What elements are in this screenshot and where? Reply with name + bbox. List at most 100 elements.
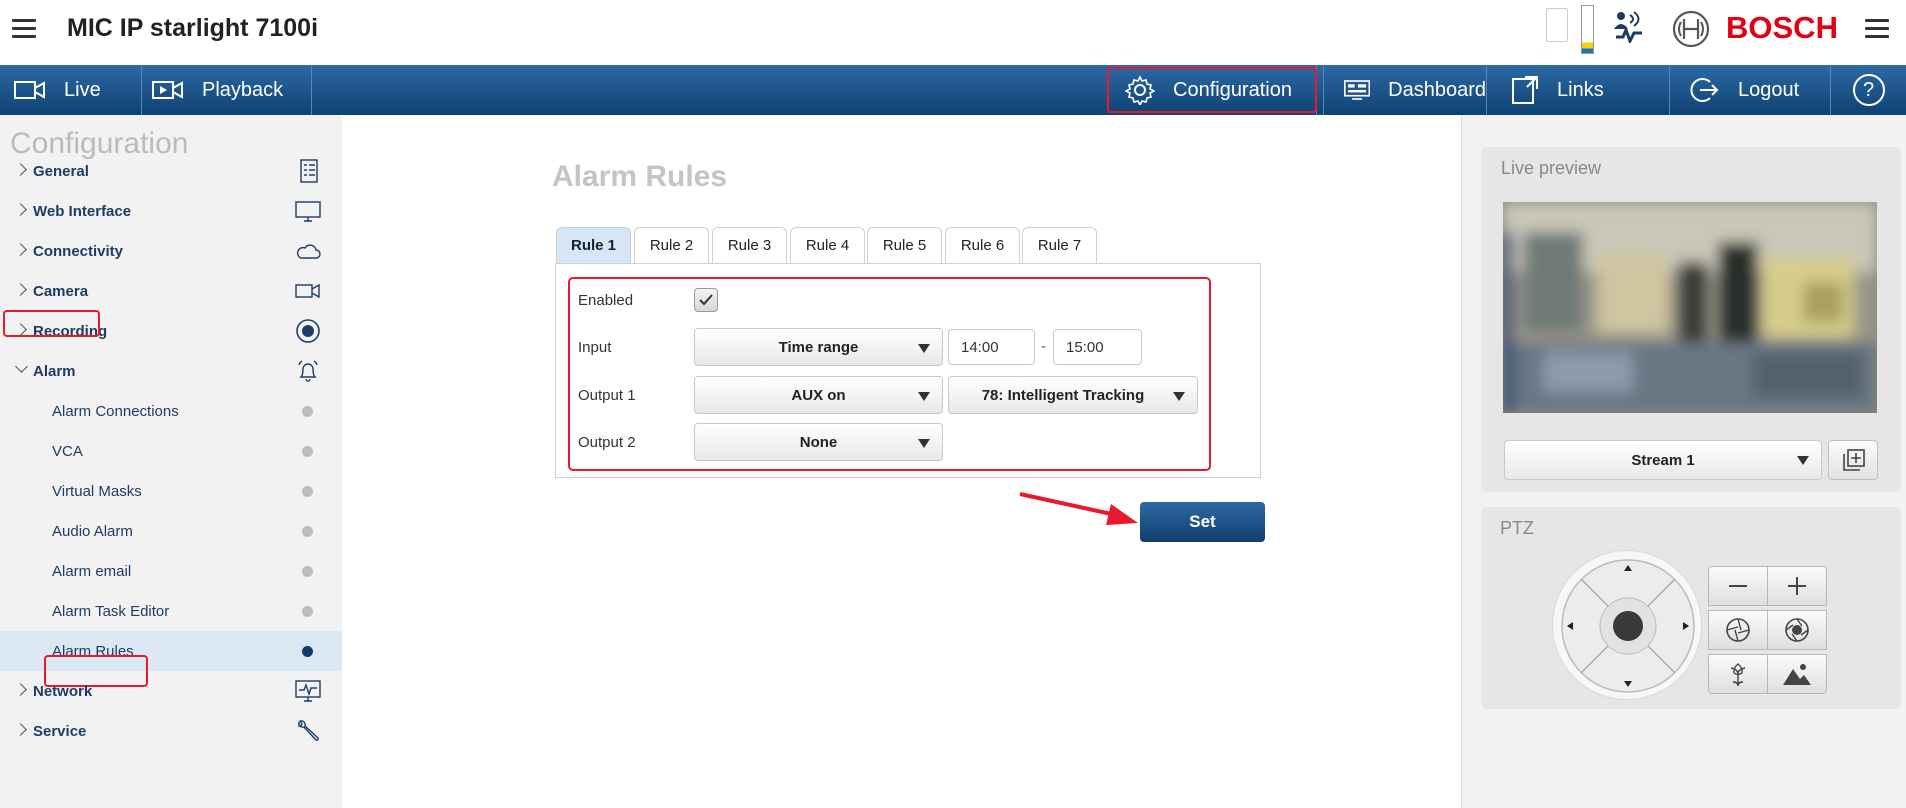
iris-open-icon — [1785, 618, 1809, 642]
ptz-joystick[interactable] — [1552, 550, 1702, 700]
device-title: MIC IP starlight 7100i — [67, 14, 319, 42]
enabled-checkbox[interactable] — [694, 288, 718, 312]
sidebar-subitem-vca[interactable]: VCA — [0, 431, 342, 471]
sidebar-subitem-alarm-connections[interactable]: Alarm Connections — [0, 391, 342, 431]
iris-close-icon — [1726, 618, 1750, 642]
iris-open-button[interactable] — [1767, 610, 1827, 650]
output2-select-value: None — [799, 433, 838, 451]
tab-rule-2[interactable]: Rule 2 — [634, 227, 709, 263]
external-link-icon — [1512, 76, 1538, 104]
minus-icon — [1729, 585, 1747, 587]
sidebar-item-alarm[interactable]: Alarm — [0, 351, 342, 391]
alarm-highlight — [3, 310, 100, 337]
bell-icon — [298, 360, 318, 382]
dropdown-arrow-icon — [918, 392, 930, 401]
sidebar-item-web-interface[interactable]: Web Interface — [0, 191, 342, 231]
set-button[interactable]: Set — [1140, 502, 1265, 542]
time-to-input[interactable]: 15:00 — [1053, 329, 1142, 365]
nav-live[interactable]: Live — [0, 65, 142, 115]
status-dot — [302, 486, 313, 497]
tab-rule-1[interactable]: Rule 1 — [556, 227, 631, 263]
tab-rule-7[interactable]: Rule 7 — [1022, 227, 1097, 263]
zoom-in-button[interactable] — [1767, 566, 1827, 606]
cloud-icon — [296, 244, 321, 259]
output1-select[interactable]: AUX on — [694, 376, 943, 414]
sidebar-item-label: Alarm — [33, 362, 76, 380]
stream-select-value: Stream 1 — [1631, 451, 1695, 469]
sidebar-item-label: Connectivity — [33, 242, 124, 260]
more-menu-icon[interactable] — [1865, 19, 1889, 39]
dropdown-arrow-icon — [1173, 392, 1185, 401]
dropdown-arrow-icon — [918, 439, 930, 448]
checkmark-icon — [699, 294, 713, 306]
time-from-input[interactable]: 14:00 — [948, 329, 1035, 365]
document-list-icon — [300, 159, 318, 183]
input-select-value: Time range — [778, 338, 859, 356]
sidebar-item-general[interactable]: General — [0, 151, 342, 191]
chevron-right-icon — [14, 243, 27, 256]
nav-dashboard-label: Dashboard — [1388, 78, 1486, 101]
status-dot — [302, 406, 313, 417]
zoom-out-button[interactable] — [1708, 566, 1768, 606]
network-monitor-icon — [295, 680, 321, 702]
sidebar-subitem-alarm-task-editor[interactable]: Alarm Task Editor — [0, 591, 342, 631]
camera-icon — [295, 283, 320, 299]
nav-logout[interactable]: Logout — [1670, 65, 1831, 115]
status-dot — [302, 446, 313, 457]
ptz-title: PTZ — [1500, 518, 1534, 538]
tab-rule-4[interactable]: Rule 4 — [790, 227, 865, 263]
input-select[interactable]: Time range — [694, 328, 943, 366]
nav-playback[interactable]: Playback — [143, 65, 312, 115]
stream-select[interactable]: Stream 1 — [1504, 440, 1822, 480]
menu-icon[interactable] — [12, 19, 36, 39]
tab-rule-5[interactable]: Rule 5 — [867, 227, 942, 263]
tab-rule-6[interactable]: Rule 6 — [945, 227, 1020, 263]
chevron-right-icon — [14, 723, 27, 736]
iris-close-button[interactable] — [1708, 610, 1768, 650]
nav-dashboard[interactable]: Dashboard — [1323, 65, 1487, 115]
sidebar-subitem-alarm-email[interactable]: Alarm email — [0, 551, 342, 591]
tab-rule-3[interactable]: Rule 3 — [712, 227, 787, 263]
sidebar-subitem-audio-alarm[interactable]: Audio Alarm — [0, 511, 342, 551]
sidebar-subitem-label: Alarm email — [52, 562, 132, 580]
add-stream-button[interactable] — [1828, 440, 1878, 480]
output1-label: Output 1 — [578, 387, 636, 404]
joystick-graphic — [1561, 559, 1695, 693]
sidebar-item-connectivity[interactable]: Connectivity — [0, 231, 342, 271]
focus-far-button[interactable] — [1767, 654, 1827, 694]
sidebar-subitem-virtual-masks[interactable]: Virtual Masks — [0, 471, 342, 511]
playback-icon — [152, 81, 183, 99]
red-arrow-icon — [1019, 492, 1138, 525]
brand-logo: BOSCH — [1726, 10, 1838, 45]
camera-preview-image[interactable] — [1503, 202, 1877, 413]
focus-near-button[interactable] — [1708, 654, 1768, 694]
output1-param-value: 78: Intelligent Tracking — [981, 386, 1145, 404]
sidebar-item-service[interactable]: Service — [0, 711, 342, 751]
monitor-icon — [295, 201, 321, 222]
sidebar-subitem-label: Audio Alarm — [52, 522, 133, 540]
add-window-icon — [1843, 449, 1865, 471]
nav-help[interactable]: ? — [1831, 65, 1906, 115]
sidebar-item-label: Service — [33, 722, 87, 740]
sidebar-subitem-label: Virtual Masks — [52, 482, 142, 500]
status-dot — [302, 526, 313, 537]
sidebar-item-camera[interactable]: Camera — [0, 271, 342, 311]
configuration-highlight — [1107, 67, 1317, 113]
wrench-icon — [298, 720, 319, 741]
video-camera-icon — [14, 81, 45, 99]
signal-person-icon — [1614, 11, 1642, 43]
sidebar-subitem-label: Alarm Task Editor — [52, 602, 170, 620]
record-icon — [296, 319, 320, 343]
page-title: Alarm Rules — [552, 160, 728, 193]
sidebar-item-network[interactable]: Network — [0, 671, 342, 711]
nav-links[interactable]: Links — [1487, 65, 1670, 115]
output2-select[interactable]: None — [694, 423, 943, 461]
main-nav: Live Playback Configuration Dashboard Li… — [0, 65, 1906, 115]
output1-param-select[interactable]: 78: Intelligent Tracking — [948, 376, 1198, 414]
output2-label: Output 2 — [578, 434, 636, 451]
help-icon: ? — [1852, 74, 1885, 106]
chevron-right-icon — [14, 683, 27, 696]
time-separator: - — [1041, 338, 1046, 355]
dashboard-icon — [1344, 80, 1371, 100]
preview-scene — [1503, 202, 1877, 413]
